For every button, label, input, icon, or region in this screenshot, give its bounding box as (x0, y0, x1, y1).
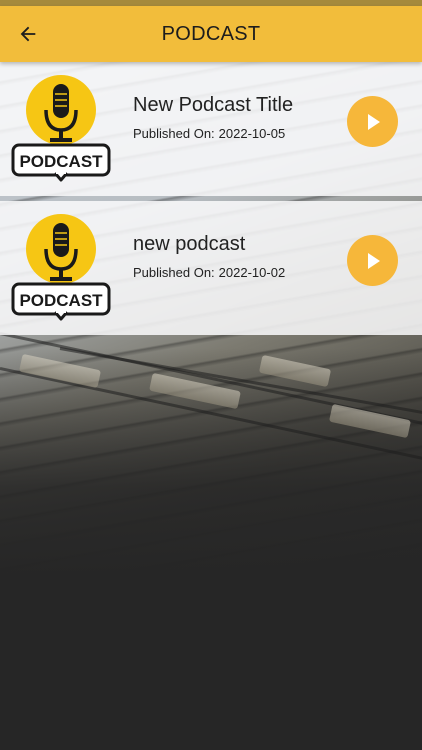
podcast-logo-icon: PODCAST (11, 214, 111, 321)
thumbnail-label: PODCAST (19, 152, 103, 171)
podcast-item[interactable]: PODCAST New Podcast Title Published On: 2… (0, 62, 422, 196)
arrow-left-icon (20, 26, 36, 42)
podcast-list: PODCAST New Podcast Title Published On: 2… (0, 62, 422, 340)
play-button[interactable] (347, 235, 398, 286)
podcast-title: new podcast (133, 233, 246, 255)
play-button[interactable] (347, 96, 398, 147)
page-title: PODCAST (161, 22, 261, 45)
app-bar: PODCAST (0, 6, 422, 62)
published-label: Published On: (133, 126, 215, 141)
play-icon (367, 113, 380, 130)
published-label: Published On: (133, 265, 215, 280)
back-button[interactable] (12, 18, 44, 50)
podcast-item[interactable]: PODCAST new podcast Published On: 2022-10… (0, 201, 422, 335)
play-icon (367, 252, 380, 269)
podcast-title: New Podcast Title (133, 94, 294, 116)
published-date: 2022-10-05 (218, 126, 286, 141)
published-date: 2022-10-02 (218, 265, 286, 280)
published-date-line: Published On: 2022-10-02 (133, 265, 285, 280)
thumbnail-label: PODCAST (19, 291, 103, 310)
published-date-line: Published On: 2022-10-05 (133, 126, 285, 141)
podcast-logo-icon: PODCAST (11, 75, 111, 182)
